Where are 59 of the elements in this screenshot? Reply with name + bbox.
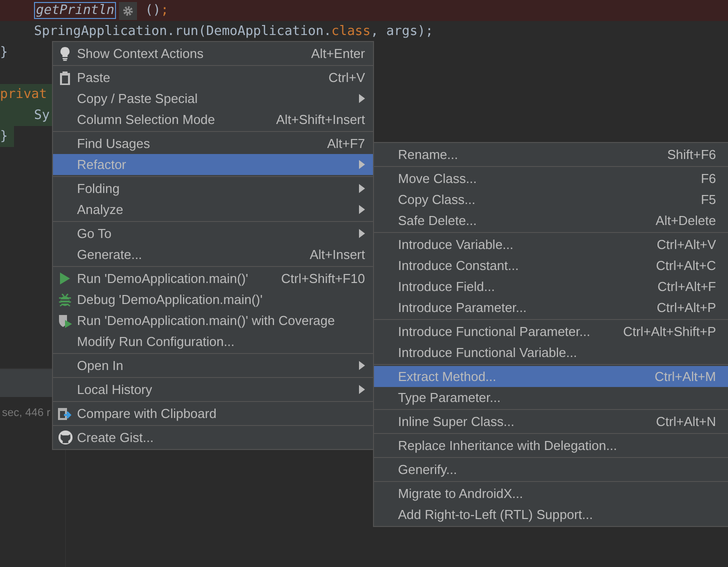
lightbulb-icon: [59, 46, 71, 61]
menu-item[interactable]: Introduce Constant... Ctrl+Alt+C: [374, 255, 728, 276]
menu-item[interactable]: Run 'DemoApplication.main()' Ctrl+Shift+F10: [53, 268, 373, 289]
submenu-arrow-icon: [359, 385, 365, 394]
code-text: ;: [160, 3, 169, 18]
menu-item[interactable]: Introduce Field... Ctrl+Alt+F: [374, 276, 728, 297]
menu-item[interactable]: Introduce Parameter... Ctrl+Alt+P: [374, 297, 728, 318]
menu-item[interactable]: Introduce Functional Variable...: [374, 342, 728, 363]
code-text: privat: [0, 87, 47, 102]
menu-item[interactable]: Generate... Alt+Insert: [53, 244, 373, 265]
bug-icon: [58, 292, 72, 306]
submenu-arrow-icon: [359, 205, 365, 214]
code-text: class: [331, 24, 371, 39]
submenu-arrow-icon: [359, 184, 365, 193]
shield-play-icon: [58, 314, 72, 328]
menu-item[interactable]: Replace Inheritance with Delegation...: [374, 435, 728, 456]
menu-item[interactable]: Type Parameter...: [374, 387, 728, 408]
menu-item[interactable]: Inline Super Class... Ctrl+Alt+N: [374, 411, 728, 432]
play-icon: [59, 272, 71, 285]
menu-item[interactable]: Create Gist...: [53, 427, 373, 448]
menu-item[interactable]: Copy / Paste Special: [53, 88, 373, 109]
menu-item[interactable]: Migrate to AndroidX...: [374, 483, 728, 504]
menu-item[interactable]: Compare with Clipboard: [53, 403, 373, 424]
menu-item[interactable]: Add Right-to-Left (RTL) Support...: [374, 504, 728, 525]
code-text: getPrintln: [34, 2, 116, 19]
submenu-arrow-icon: [359, 160, 365, 169]
code-text: }: [0, 45, 8, 60]
cat-logo-icon: [58, 430, 72, 445]
status-text: sec, 446 r: [1, 407, 50, 419]
menu-item[interactable]: Modify Run Configuration...: [53, 331, 373, 352]
menu-item[interactable]: Introduce Variable... Ctrl+Alt+V: [374, 234, 728, 255]
code-text: Sy: [34, 108, 50, 123]
menu-item[interactable]: Find Usages Alt+F7: [53, 133, 373, 154]
menu-item[interactable]: Debug 'DemoApplication.main()': [53, 289, 373, 310]
code-text: }: [0, 129, 8, 144]
menu-item[interactable]: Generify...: [374, 459, 728, 480]
menu-item[interactable]: Paste Ctrl+V: [53, 67, 373, 88]
menu-item[interactable]: Column Selection Mode Alt+Shift+Insert: [53, 109, 373, 130]
menu-item[interactable]: Open In: [53, 355, 373, 376]
menu-item[interactable]: Run 'DemoApplication.main()' with Coverage: [53, 310, 373, 331]
menu-item[interactable]: Go To: [53, 223, 373, 244]
submenu-arrow-icon: [359, 94, 365, 103]
menu-item[interactable]: Analyze: [53, 199, 373, 220]
menu-item[interactable]: Folding: [53, 178, 373, 199]
gear-icon[interactable]: [119, 2, 138, 20]
code-text: (): [144, 3, 161, 18]
menu-item[interactable]: Rename... Shift+F6: [374, 144, 728, 165]
menu-item[interactable]: Move Class... F6: [374, 168, 728, 189]
submenu-arrow-icon: [359, 229, 365, 238]
menu-item[interactable]: Introduce Functional Parameter... Ctrl+Alt+Shift+P: [374, 321, 728, 342]
compare-icon: [57, 406, 73, 422]
clipboard-icon: [59, 70, 71, 84]
menu-item[interactable]: Local History: [53, 379, 373, 400]
code-text: , args);: [370, 24, 434, 39]
submenu-arrow-icon: [359, 361, 365, 370]
menu-item[interactable]: Copy Class... F5: [374, 189, 728, 210]
menu-item[interactable]: Safe Delete... Alt+Delete: [374, 210, 728, 231]
code-text: SpringApplication.run(DemoApplication.: [34, 24, 332, 39]
menu-item[interactable]: Show Context Actions Alt+Enter: [53, 43, 373, 64]
